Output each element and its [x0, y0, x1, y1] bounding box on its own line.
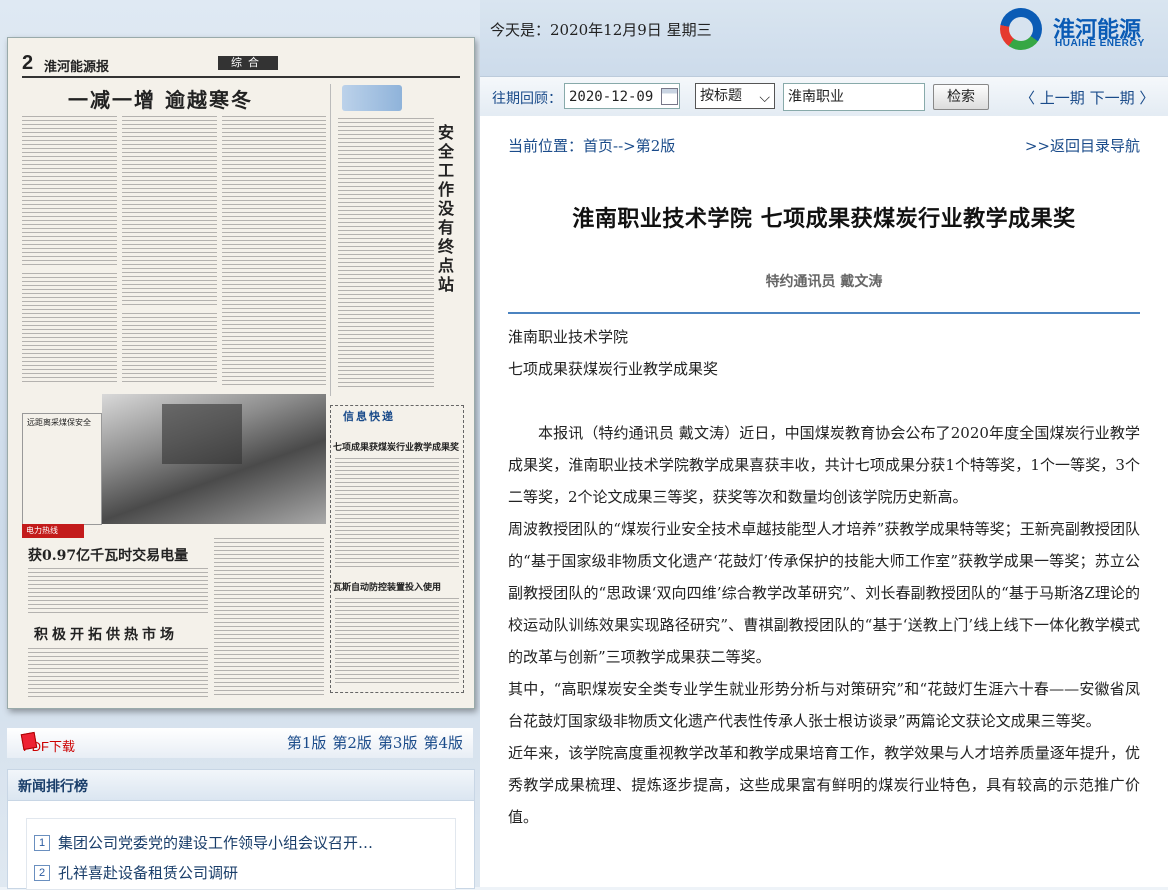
info-item-headline[interactable]: 七项成果获煤炭行业教学成果奖: [333, 440, 461, 453]
rank-number: 2: [34, 865, 50, 881]
breadcrumb[interactable]: 当前位置：首页-->第2版: [508, 135, 675, 156]
ranking-header: 新闻排行榜: [8, 770, 474, 801]
issue-nav: 〈 上一期 下一期 〉: [1020, 87, 1154, 108]
safety-vertical-headline: 安全工作没有终点站: [438, 123, 455, 294]
text-column: [22, 273, 117, 385]
divider: [508, 312, 1140, 314]
paper-headline-3[interactable]: 积极开拓供热市场: [34, 624, 178, 644]
text-column: [28, 648, 208, 698]
text-column: [214, 538, 324, 698]
paper-left-box[interactable]: 远距离采煤保安全: [22, 413, 102, 525]
article-body: 淮南职业技术学院 七项成果获煤炭行业教学成果奖 本报讯（特约通讯员 戴文涛）近日…: [508, 321, 1140, 833]
logo-icon: [1000, 8, 1042, 50]
keyword-input[interactable]: 淮南职业: [783, 83, 925, 111]
search-mode-select[interactable]: 按标题 ⌵: [695, 83, 775, 109]
left-panel: 2 淮河能源报 综合 一减一增 逾越寒冬 安全工作没有终点站 远距离采煤保安全 …: [0, 0, 480, 890]
prev-issue-link[interactable]: 〈 上一期: [1020, 89, 1085, 107]
paragraph: 近年来，该学院高度重视教学改革和教学成果培育工作，教学效果与人才培养质量逐年提升…: [508, 744, 1140, 826]
back-to-index-link[interactable]: >>返回目录导航: [1025, 135, 1140, 156]
ranking-item[interactable]: 1 集团公司党委党的建设工作领导小组会议召开…: [34, 832, 404, 852]
article-title: 淮南职业技术学院 七项成果获煤炭行业教学成果奖: [572, 206, 1076, 232]
paragraph: 其中，“高职煤炭安全类专业学生就业形势分析与对策研究”和“花鼓灯生涯六十春——安…: [508, 680, 1140, 730]
paper-headline-2[interactable]: 获0.97亿千瓦时交易电量: [28, 545, 188, 565]
pdf-icon: [20, 731, 38, 751]
ranking-title: 新闻排行榜: [18, 779, 88, 795]
paper-headline[interactable]: 一减一增 逾越寒冬: [68, 84, 253, 113]
ranking-item-text: 集团公司党委党的建设工作领导小组会议召开…: [58, 834, 374, 852]
text-column: [28, 568, 208, 613]
left-box-title: 远距离采煤保安全: [27, 418, 91, 427]
ranking-item[interactable]: 2 孔祥喜赴设备租赁公司调研: [34, 862, 404, 882]
page-links: 第1版 第2版 第3版 第4版: [281, 732, 463, 753]
rank-number: 1: [34, 835, 50, 851]
chevron-down-icon: ⌵: [759, 90, 770, 106]
current-date: 今天是：2020年12月9日 星期三: [490, 21, 712, 39]
search-mode-value: 按标题: [700, 88, 742, 104]
header: 今天是：2020年12月9日 星期三 淮河能源 HUAIHE ENERGY 往期…: [480, 0, 1168, 117]
logo-text-en: HUAIHE ENERGY: [1055, 38, 1145, 49]
ad-badge: 电力热线: [22, 524, 84, 538]
archive-label: 往期回顾：: [492, 91, 562, 107]
safety-illustration: [342, 85, 402, 111]
paper-photo: [102, 394, 326, 524]
text-column: [222, 116, 326, 386]
masthead-name: 淮河能源报: [44, 60, 110, 75]
page-number: 2: [22, 52, 34, 74]
section-label: 综合: [218, 56, 278, 70]
newspaper-page-thumbnail[interactable]: 2 淮河能源报 综合 一减一增 逾越寒冬 安全工作没有终点站 远距离采煤保安全 …: [7, 37, 475, 709]
text-column: [122, 313, 217, 385]
next-issue-link[interactable]: 下一期 〉: [1090, 89, 1155, 107]
calendar-icon[interactable]: [661, 88, 678, 105]
lead-line: 七项成果获煤炭行业教学成果奖: [508, 360, 719, 378]
page-nav-row: PDF下载 第1版 第2版 第3版 第4版: [7, 728, 473, 758]
paragraph: 周波教授团队的“煤炭行业安全技术卓越技能型人才培养”获教学成果特等奖；王新亮副教…: [508, 520, 1140, 666]
text-column: [122, 116, 217, 306]
text-column: [335, 458, 459, 568]
page-link-3[interactable]: 第3版: [378, 734, 418, 752]
pdf-download-link[interactable]: PDF下载: [20, 731, 75, 755]
paragraph: 本报讯（特约通讯员 戴文涛）近日，中国煤炭教育协会公布了2020年度全国煤炭行业…: [508, 424, 1140, 506]
lead-line: 淮南职业技术学院: [508, 328, 629, 346]
text-column: [335, 598, 459, 686]
search-button[interactable]: 检索: [933, 84, 989, 110]
text-column: [338, 118, 434, 388]
news-ranking-panel: 新闻排行榜 1 集团公司党委党的建设工作领导小组会议召开… 2 孔祥喜赴设备租赁公司…: [7, 769, 475, 890]
newspaper-masthead: 2 淮河能源报 综合: [22, 52, 460, 78]
text-column: [22, 116, 117, 266]
info-express-title: 信息快递: [343, 410, 395, 423]
article-author: 特约通讯员 戴文涛: [765, 274, 883, 290]
page-link-2[interactable]: 第2版: [332, 734, 372, 752]
search-bar: 往期回顾： 2020-12-09 按标题 ⌵ 淮南职业 检索 〈 上一期 下一期…: [480, 76, 1168, 117]
page-link-4[interactable]: 第4版: [423, 734, 463, 752]
info-item-headline[interactable]: 瓦斯自动防控装置投入使用: [333, 580, 461, 593]
ranking-item-text: 孔祥喜赴设备租赁公司调研: [58, 864, 239, 882]
page-link-1[interactable]: 第1版: [287, 734, 327, 752]
article-panel: 当前位置：首页-->第2版 >>返回目录导航 淮南职业技术学院 七项成果获煤炭行…: [480, 116, 1168, 887]
